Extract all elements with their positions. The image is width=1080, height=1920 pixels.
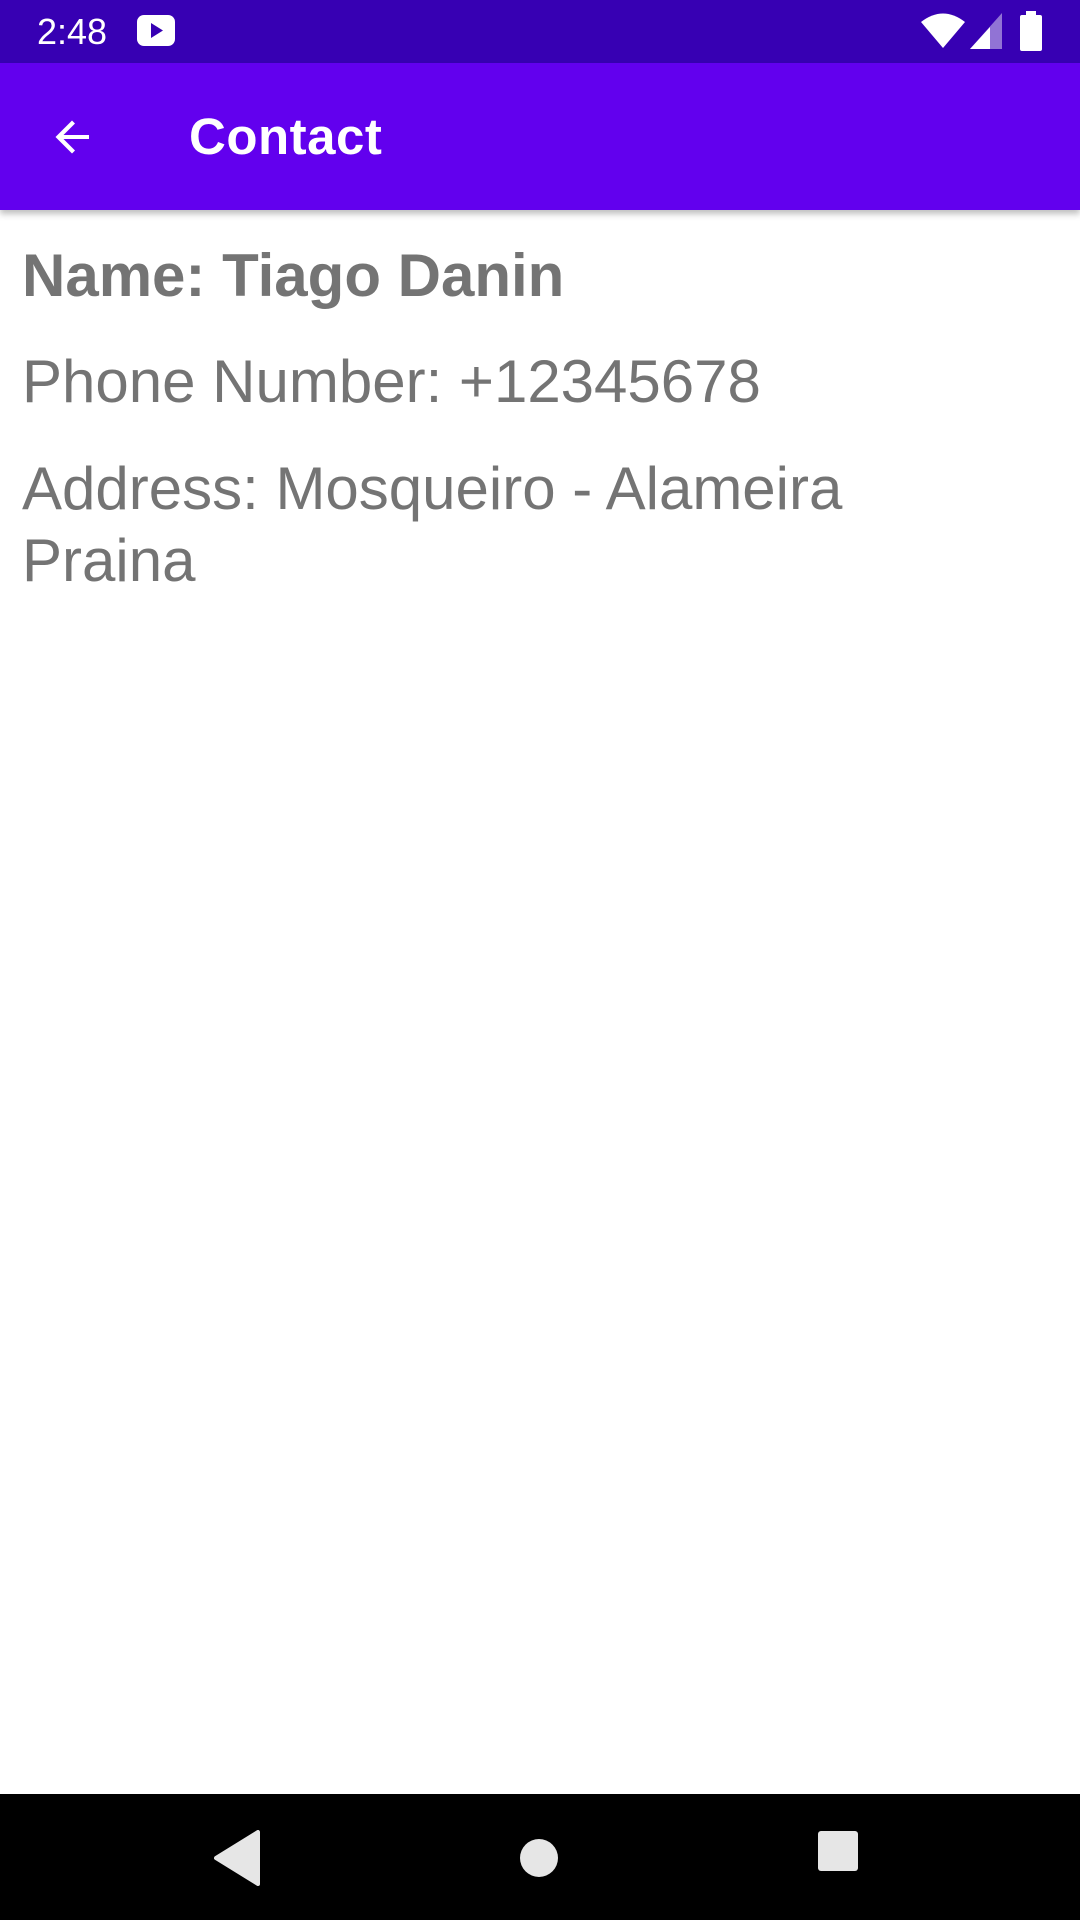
- youtube-notification-icon: [136, 14, 176, 47]
- wifi-icon: [921, 13, 965, 49]
- nav-back-icon[interactable]: [208, 1830, 268, 1886]
- app-bar: Contact: [0, 63, 1080, 210]
- back-button[interactable]: [30, 101, 116, 173]
- system-navigation-bar: [0, 1794, 1080, 1920]
- nav-recents-icon[interactable]: [817, 1830, 859, 1872]
- contact-name: Name: Tiago Danin: [22, 242, 565, 309]
- status-bar: 2:48: [0, 0, 1080, 63]
- status-time: 2:48: [37, 11, 108, 52]
- nav-home-icon[interactable]: [515, 1834, 563, 1882]
- contact-phone: Phone Number: +12345678: [22, 348, 761, 415]
- battery-icon: [1020, 11, 1042, 51]
- page-title: Contact: [189, 108, 383, 165]
- screen: 2:48 Contact Name: Tiago Danin Phone Num…: [0, 0, 1080, 1920]
- cell-signal-icon: [970, 13, 1002, 49]
- contact-address: Address: Mosqueiro - Alameira Praina: [22, 455, 843, 594]
- arrow-left-icon: [55, 120, 89, 154]
